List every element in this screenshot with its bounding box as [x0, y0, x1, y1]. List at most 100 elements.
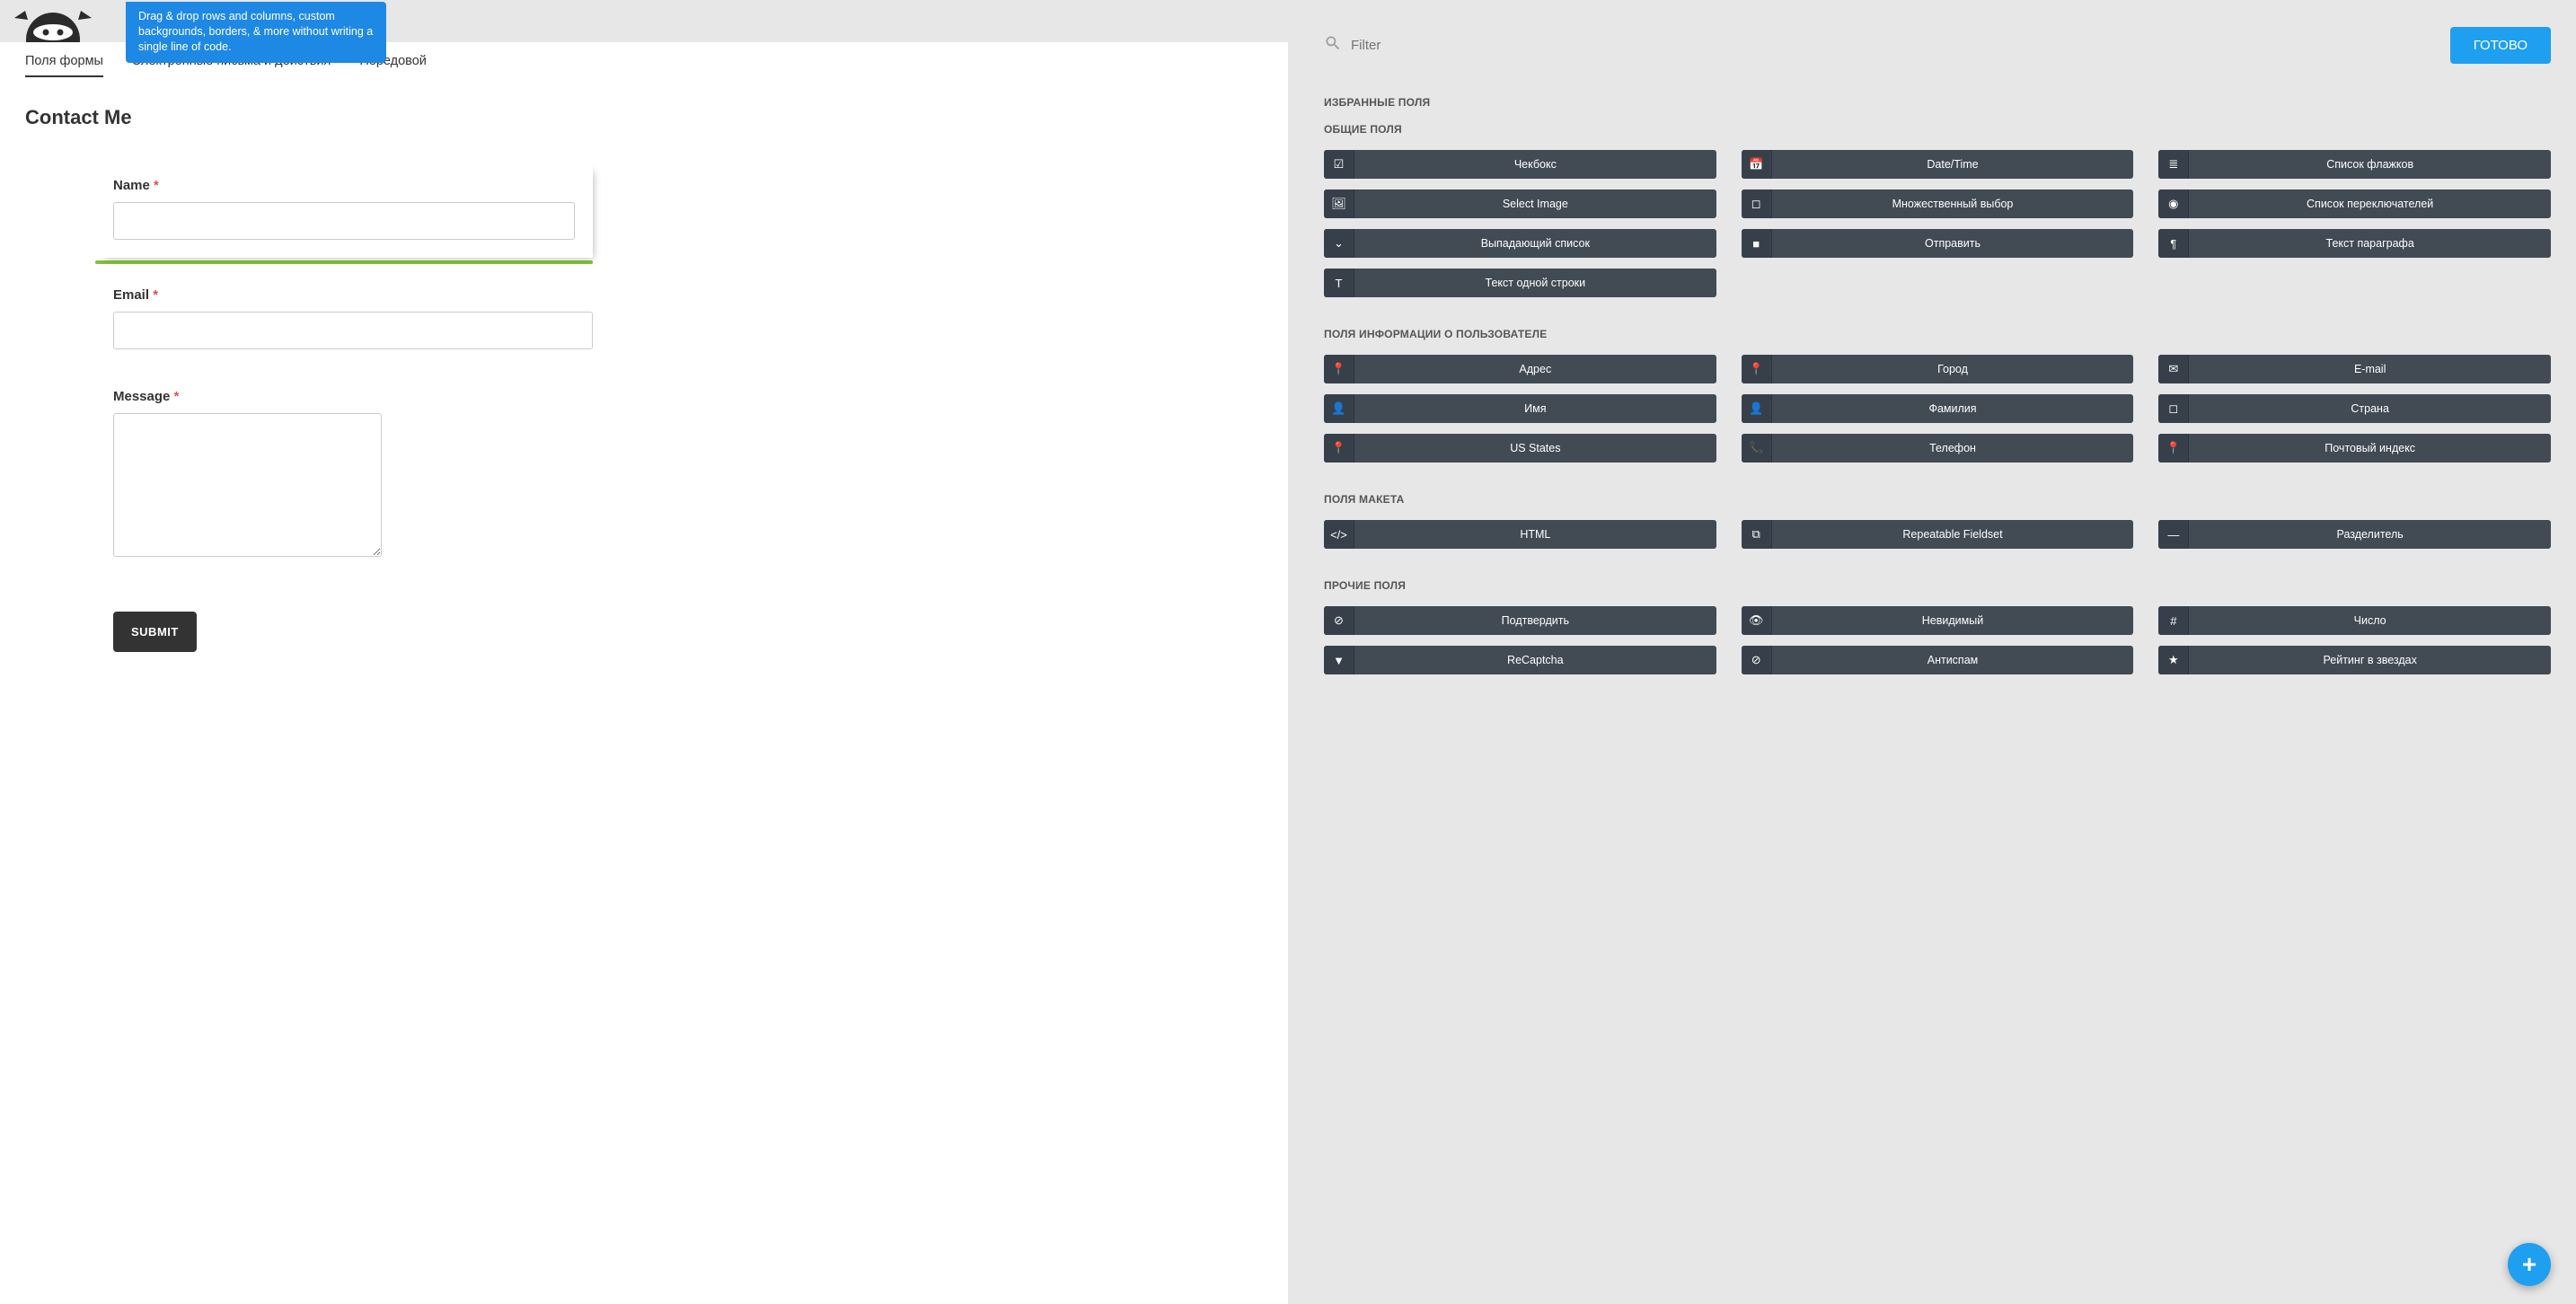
field-tile-city[interactable]: 📍Город	[1742, 355, 2134, 383]
section-other: ПРОЧИЕ ПОЛЯ	[1324, 579, 2551, 592]
antispam-icon: ⊘	[1742, 646, 1772, 674]
field-tile-last-name[interactable]: 👤Фамилия	[1742, 394, 2134, 423]
first-name-icon: 👤	[1324, 394, 1354, 423]
done-button[interactable]: ГОТОВО	[2450, 27, 2551, 64]
field-label-email: Email *	[113, 287, 593, 303]
field-tile-label: US States	[1354, 434, 1716, 463]
address-icon: 📍	[1324, 355, 1354, 383]
field-tile-label: Имя	[1354, 394, 1716, 423]
field-tile-select-image[interactable]: 🖼Select Image	[1324, 189, 1716, 218]
section-common: ОБЩИЕ ПОЛЯ	[1324, 123, 2551, 136]
field-tile-address[interactable]: 📍Адрес	[1324, 355, 1716, 383]
hidden-icon: 👁	[1742, 606, 1772, 635]
field-tile-radio-list[interactable]: ◉Список переключателей	[2158, 189, 2551, 218]
field-tile-submit-field[interactable]: ■Отправить	[1742, 229, 2134, 258]
dropdown-icon: ⌄	[1324, 229, 1354, 258]
last-name-icon: 👤	[1742, 394, 1772, 423]
field-tile-paragraph[interactable]: ¶Текст параграфа	[2158, 229, 2551, 258]
field-tile-email[interactable]: ✉E-mail	[2158, 355, 2551, 383]
field-label-name: Name *	[113, 178, 575, 193]
field-tile-label: Список переключателей	[2189, 189, 2551, 218]
field-tile-multi-select[interactable]: ◻Множественный выбор	[1742, 189, 2134, 218]
field-tile-checkbox-list[interactable]: ≣Список флажков	[2158, 150, 2551, 179]
field-tile-datetime[interactable]: 📅Date/Time	[1742, 150, 2134, 179]
single-line-icon: T	[1324, 269, 1354, 297]
field-tile-label: Страна	[2189, 394, 2551, 423]
field-tile-antispam[interactable]: ⊘Антиспам	[1742, 646, 2134, 674]
phone-icon: 📞	[1742, 434, 1772, 463]
field-tile-html[interactable]: </>HTML	[1324, 520, 1716, 549]
field-tile-label: Почтовый индекс	[2189, 434, 2551, 463]
ninja-logo	[13, 2, 93, 47]
datetime-icon: 📅	[1742, 150, 1772, 179]
field-tile-repeatable[interactable]: ⧉Repeatable Fieldset	[1742, 520, 2134, 549]
message-textarea[interactable]	[113, 413, 382, 557]
multi-select-icon: ◻	[1742, 189, 1772, 218]
filter-input[interactable]	[1351, 38, 2432, 53]
email-input[interactable]	[113, 312, 593, 349]
star-rating-icon: ★	[2158, 646, 2189, 674]
tooltip-bubble: Drag & drop rows and columns, custom bac…	[126, 2, 386, 63]
selected-underline	[95, 260, 593, 264]
field-tile-label: Невидимый	[1772, 606, 2134, 635]
field-tile-label: Выпадающий список	[1354, 229, 1716, 258]
field-tile-label: Число	[2189, 606, 2551, 635]
field-tile-label: Рейтинг в звездах	[2189, 646, 2551, 674]
field-tile-star-rating[interactable]: ★Рейтинг в звездах	[2158, 646, 2551, 674]
field-tile-zip[interactable]: 📍Почтовый индекс	[2158, 434, 2551, 463]
field-tile-label: Телефон	[1772, 434, 2134, 463]
zip-icon: 📍	[2158, 434, 2189, 463]
field-tile-label: E-mail	[2189, 355, 2551, 383]
field-tile-recaptcha[interactable]: ▼ReCaptcha	[1324, 646, 1716, 674]
field-tile-country[interactable]: ◻Страна	[2158, 394, 2551, 423]
field-tile-label: Чекбокс	[1354, 150, 1716, 179]
number-icon: #	[2158, 606, 2189, 635]
html-icon: </>	[1324, 520, 1354, 549]
name-input[interactable]	[113, 202, 575, 240]
form-title[interactable]: Contact Me	[0, 106, 1288, 129]
checkbox-list-icon: ≣	[2158, 150, 2189, 179]
field-tile-first-name[interactable]: 👤Имя	[1324, 394, 1716, 423]
field-tile-checkbox[interactable]: ☑Чекбокс	[1324, 150, 1716, 179]
field-tile-confirm[interactable]: ⊘Подтвердить	[1324, 606, 1716, 635]
tab-form-fields[interactable]: Поля формы	[25, 54, 103, 77]
field-tile-label: Адрес	[1354, 355, 1716, 383]
field-tile-label: Фамилия	[1772, 394, 2134, 423]
field-tile-label: Date/Time	[1772, 150, 2134, 179]
radio-list-icon: ◉	[2158, 189, 2189, 218]
form-field-email[interactable]: Email *	[113, 287, 593, 349]
field-tile-label: HTML	[1354, 520, 1716, 549]
paragraph-icon: ¶	[2158, 229, 2189, 258]
select-image-icon: 🖼	[1324, 189, 1354, 218]
form-field-name[interactable]: Name *	[95, 162, 593, 258]
field-tile-number[interactable]: #Число	[2158, 606, 2551, 635]
field-tile-label: Разделитель	[2189, 520, 2551, 549]
submit-button[interactable]: SUBMIT	[113, 612, 197, 652]
field-tile-dropdown[interactable]: ⌄Выпадающий список	[1324, 229, 1716, 258]
field-tile-label: Repeatable Fieldset	[1772, 520, 2134, 549]
checkbox-icon: ☑	[1324, 150, 1354, 179]
us-states-icon: 📍	[1324, 434, 1354, 463]
divider-icon: —	[2158, 520, 2189, 549]
field-tile-label: Город	[1772, 355, 2134, 383]
field-tile-label: Текст одной строки	[1354, 269, 1716, 297]
add-fab-button[interactable]: +	[2508, 1243, 2551, 1286]
form-field-message[interactable]: Message *	[113, 389, 593, 561]
country-icon: ◻	[2158, 394, 2189, 423]
field-tile-single-line[interactable]: TТекст одной строки	[1324, 269, 1716, 297]
field-label-text: Name	[113, 178, 150, 193]
required-marker: *	[174, 389, 180, 404]
field-tile-label: Подтвердить	[1354, 606, 1716, 635]
city-icon: 📍	[1742, 355, 1772, 383]
field-tile-phone[interactable]: 📞Телефон	[1742, 434, 2134, 463]
field-tile-label: Текст параграфа	[2189, 229, 2551, 258]
field-tile-label: Множественный выбор	[1772, 189, 2134, 218]
field-tile-hidden[interactable]: 👁Невидимый	[1742, 606, 2134, 635]
search-icon	[1324, 34, 1342, 57]
field-tile-us-states[interactable]: 📍US States	[1324, 434, 1716, 463]
email-icon: ✉	[2158, 355, 2189, 383]
field-label-message: Message *	[113, 389, 593, 404]
field-tile-label: ReCaptcha	[1354, 646, 1716, 674]
required-marker: *	[153, 287, 158, 303]
field-tile-divider[interactable]: —Разделитель	[2158, 520, 2551, 549]
